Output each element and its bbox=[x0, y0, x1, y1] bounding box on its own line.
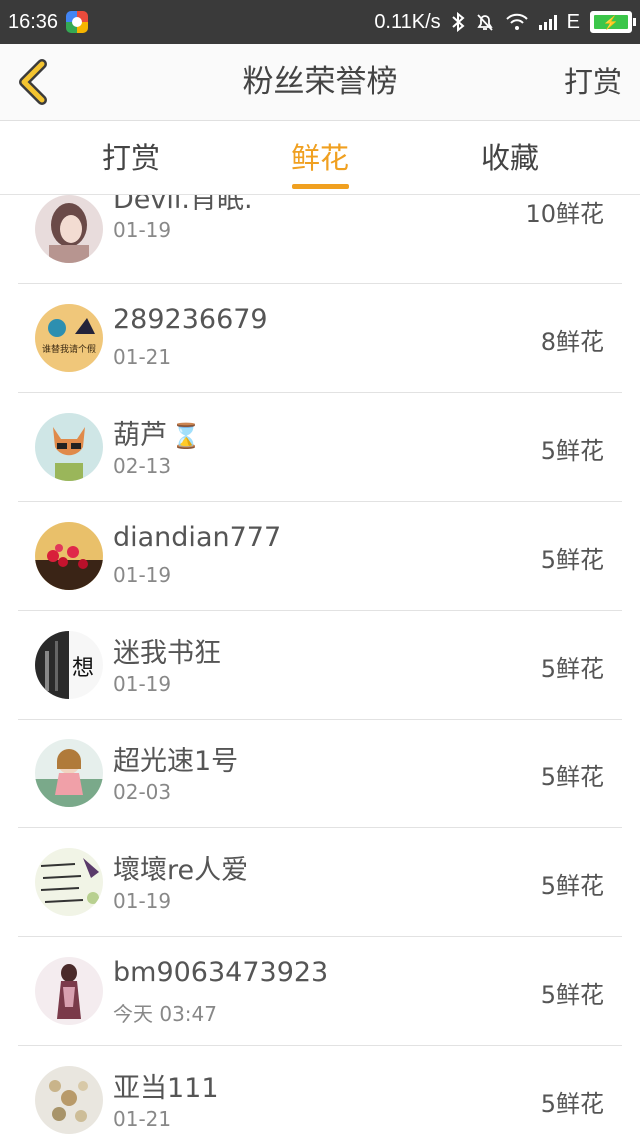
flower-count: 5鲜花 bbox=[540, 437, 604, 465]
fan-date: 01-21 bbox=[113, 345, 172, 369]
list-item[interactable]: Devil.肖眠. 01-19 10鲜花 bbox=[18, 195, 622, 284]
flower-count: 5鲜花 bbox=[540, 655, 604, 683]
avatar bbox=[35, 522, 103, 590]
reward-button[interactable]: 打赏 bbox=[564, 44, 622, 120]
avatar-caption: 想 bbox=[72, 656, 94, 681]
list-item[interactable]: diandian777 01-19 5鲜花 bbox=[18, 502, 622, 611]
list-item[interactable]: 超光速1号 02-03 5鲜花 bbox=[18, 719, 622, 828]
flower-count: 8鲜花 bbox=[540, 328, 604, 356]
network-type: E bbox=[566, 10, 580, 33]
tab-bar: 打赏 鲜花 收藏 bbox=[0, 121, 640, 195]
fan-ranking-list: Devil.肖眠. 01-19 10鲜花 谁替我请个假 289236679 01… bbox=[0, 195, 640, 1138]
status-bar: 16:36 0.11K/s E ⚡ bbox=[0, 0, 640, 44]
list-item[interactable]: 谁替我请个假 289236679 01-21 8鲜花 bbox=[18, 284, 622, 393]
fan-name: Devil.肖眠. bbox=[113, 195, 253, 215]
fan-date: 01-19 bbox=[113, 563, 172, 587]
status-time: 16:36 bbox=[8, 10, 59, 33]
fan-date: 01-19 bbox=[113, 889, 172, 913]
fan-name: 超光速1号 bbox=[113, 746, 239, 777]
fan-name: 亚当111 bbox=[113, 1073, 219, 1104]
fan-date: 今天 03:47 bbox=[113, 1002, 217, 1026]
tab-favorites[interactable]: 收藏 bbox=[481, 121, 539, 194]
list-item[interactable]: bm9063473923 今天 03:47 5鲜花 bbox=[18, 937, 622, 1046]
flower-count: 10鲜花 bbox=[525, 200, 604, 228]
fan-date: 02-13 bbox=[113, 454, 172, 478]
page-title: 粉丝荣誉榜 bbox=[242, 64, 398, 100]
nav-bar: 粉丝荣誉榜 打赏 bbox=[0, 44, 640, 121]
avatar bbox=[35, 739, 103, 807]
fan-date: 01-21 bbox=[113, 1107, 172, 1131]
signal-icon bbox=[538, 14, 557, 30]
list-item[interactable]: 壞壞re人爱 01-19 5鲜花 bbox=[18, 828, 622, 937]
list-item[interactable]: 亚当111 01-21 5鲜花 bbox=[18, 1046, 622, 1138]
fan-date: 02-03 bbox=[113, 780, 172, 804]
fan-name: bm9063473923 bbox=[113, 957, 329, 988]
avatar bbox=[35, 1066, 103, 1134]
avatar: 想 bbox=[35, 631, 103, 699]
fan-name: diandian777 bbox=[113, 522, 282, 553]
fan-date: 01-19 bbox=[113, 218, 172, 242]
app-icon bbox=[66, 11, 89, 33]
avatar bbox=[35, 413, 103, 481]
tab-reward[interactable]: 打赏 bbox=[102, 121, 160, 194]
hourglass-icon: ⌛ bbox=[171, 422, 201, 450]
avatar bbox=[35, 848, 103, 916]
avatar: 谁替我请个假 bbox=[35, 304, 103, 372]
active-tab-indicator bbox=[292, 184, 349, 189]
fan-name: 壞壞re人爱 bbox=[113, 855, 249, 886]
fan-name: 迷我书狂 bbox=[113, 638, 221, 669]
avatar bbox=[35, 957, 103, 1025]
flower-count: 5鲜花 bbox=[540, 763, 604, 791]
flower-count: 5鲜花 bbox=[540, 546, 604, 574]
net-speed: 0.11K/s bbox=[374, 10, 441, 33]
list-item[interactable]: 葫芦 ⌛ 02-13 5鲜花 bbox=[18, 393, 622, 502]
bluetooth-icon bbox=[451, 12, 465, 32]
status-right-group: 0.11K/s E ⚡ bbox=[374, 10, 636, 34]
avatar bbox=[35, 195, 103, 263]
mute-bell-icon bbox=[476, 14, 493, 31]
flower-count: 5鲜花 bbox=[540, 1090, 604, 1118]
wifi-icon bbox=[505, 13, 528, 30]
fan-name: 葫芦 ⌛ bbox=[113, 420, 201, 451]
battery-charging-icon: ⚡ bbox=[590, 11, 636, 33]
fan-name: 289236679 bbox=[113, 304, 268, 335]
flower-count: 5鲜花 bbox=[540, 872, 604, 900]
flower-count: 5鲜花 bbox=[540, 981, 604, 1009]
fan-date: 01-19 bbox=[113, 672, 172, 696]
avatar-caption: 谁替我请个假 bbox=[42, 343, 96, 355]
list-item[interactable]: 想 迷我书狂 01-19 5鲜花 bbox=[18, 611, 622, 720]
